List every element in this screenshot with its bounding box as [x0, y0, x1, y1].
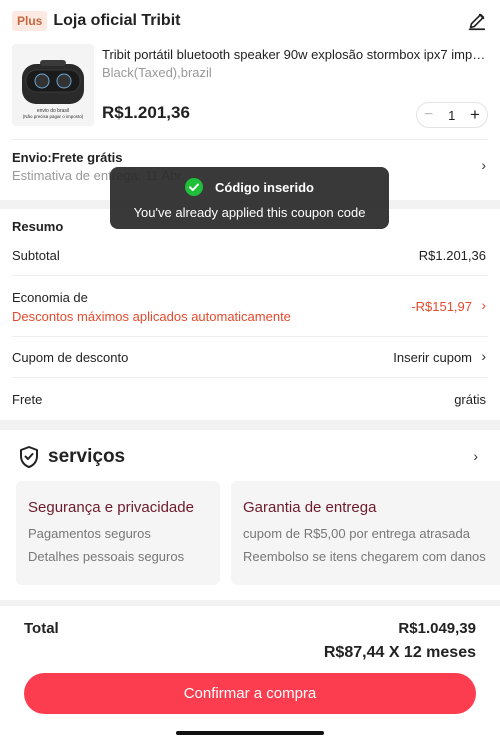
product-title[interactable]: Tribit portátil bluetooth speaker 90w ex… [102, 47, 488, 62]
service-line: cupom de R$5,00 por entrega atrasada [243, 526, 470, 541]
checkout-footer: Total R$1.049,39 R$87,44 X 12 meses Conf… [0, 606, 500, 741]
product-image[interactable]: envio do brasil (Não precisa pagar o imp… [12, 44, 94, 126]
total-label: Total [24, 620, 59, 637]
services-header: serviços [18, 445, 125, 469]
chevron-right-icon[interactable]: › [473, 448, 478, 464]
minus-icon[interactable]: − [424, 106, 433, 124]
total-value: R$1.049,39 [398, 620, 476, 637]
freight-label: Frete [12, 392, 43, 407]
subtotal-label: Subtotal [12, 248, 60, 263]
chevron-right-icon[interactable]: › [481, 297, 486, 313]
pencil-icon[interactable] [466, 10, 488, 32]
service-card-security[interactable]: Segurança e privacidade Pagamentos segur… [16, 481, 220, 585]
coupon-value[interactable]: Inserir cupom [393, 350, 472, 365]
service-heading: Segurança e privacidade [28, 499, 194, 516]
store-name[interactable]: Loja oficial Tribit [53, 12, 180, 30]
divider [12, 139, 488, 140]
services-title: serviços [48, 446, 126, 467]
service-line: Detalhes pessoais seguros [28, 549, 185, 564]
product-price: R$1.201,36 [102, 103, 190, 122]
freight-value: grátis [454, 392, 486, 407]
quantity-value[interactable]: 1 [448, 108, 455, 123]
divider [12, 275, 488, 276]
chevron-right-icon[interactable]: › [481, 157, 486, 173]
divider [12, 377, 488, 378]
check-circle-icon [185, 178, 204, 196]
home-indicator [176, 731, 324, 735]
plus-icon[interactable]: + [470, 105, 480, 125]
product-variant[interactable]: Black(Taxed),brazil [102, 65, 212, 80]
divider [12, 336, 488, 337]
store-header: Plus Loja oficial Tribit [12, 10, 488, 32]
confirm-purchase-button[interactable]: Confirmar a compra [24, 673, 476, 714]
coupon-label: Cupom de desconto [12, 350, 129, 365]
summary-title: Resumo [12, 219, 64, 234]
savings-note: Descontos máximos aplicados automaticame… [12, 309, 291, 324]
toast-message: You've already applied this coupon code [133, 205, 366, 220]
coupon-toast: Código inserido You've already applied t… [110, 167, 389, 229]
product-image-caption-2: (Não precisa pagar o imposto) [23, 114, 84, 119]
savings-value: -R$151,97 [411, 299, 472, 314]
savings-label: Economia de [12, 290, 88, 305]
shield-check-icon [20, 446, 38, 468]
service-line: Pagamentos seguros [28, 526, 151, 541]
chevron-right-icon[interactable]: › [481, 348, 486, 364]
service-card-delivery[interactable]: Garantia de entrega cupom de R$5,00 por … [231, 481, 500, 585]
service-line: Reembolso se itens chegarem com danos [243, 549, 486, 564]
shipping-title: Envio:Frete grátis [12, 150, 123, 165]
subtotal-value: R$1.201,36 [418, 248, 486, 263]
services-card: serviços › Segurança e privacidade Pagam… [0, 430, 500, 600]
quantity-stepper: − 1 + [416, 102, 488, 128]
installments-text: R$87,44 X 12 meses [323, 644, 476, 661]
toast-title: Código inserido [215, 179, 314, 195]
service-heading: Garantia de entrega [243, 499, 377, 516]
plus-badge: Plus [12, 11, 48, 31]
summary-card: Resumo Subtotal R$1.201,36 Economia de D… [0, 209, 500, 420]
